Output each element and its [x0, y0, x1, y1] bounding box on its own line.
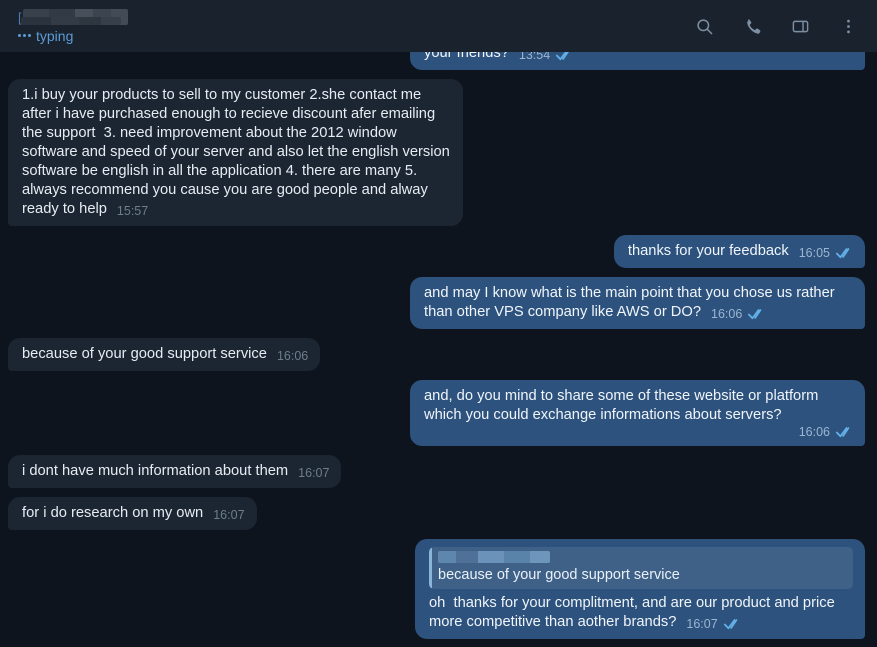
- messages-container: your friends? 13:54 1.i buy your products …: [0, 52, 877, 643]
- incoming-message-bubble[interactable]: because of your good support service 16:0…: [8, 338, 321, 371]
- outgoing-message-bubble[interactable]: and may I know what is the main point th…: [410, 277, 865, 329]
- message-row: 1.i buy your products to sell to my cust…: [0, 79, 877, 226]
- message-list[interactable]: your friends? 13:54 1.i buy your products …: [0, 52, 877, 647]
- message-body: 1.i buy your products to sell to my cust…: [22, 86, 451, 219]
- message-body: for i do research on my own 16:07: [22, 504, 245, 523]
- outgoing-message-bubble[interactable]: because of your good support service oh t…: [415, 539, 865, 639]
- reply-quote[interactable]: because of your good support service: [429, 547, 853, 589]
- search-icon[interactable]: [693, 15, 715, 37]
- reply-quote-sender-redacted: [438, 551, 550, 563]
- message-row: thanks for your feedback 16:05: [0, 235, 877, 268]
- message-text: and may I know what is the main point th…: [424, 285, 839, 320]
- message-meta: 16:05: [799, 246, 853, 260]
- message-text: 1.i buy your products to sell to my cust…: [22, 87, 454, 217]
- message-row: because of your good support service 16:0…: [0, 338, 877, 371]
- message-text: your friends?: [424, 52, 509, 61]
- message-body: thanks for your feedback 16:05: [628, 242, 853, 261]
- chat-header: [ typing: [0, 0, 877, 52]
- chat-application: [ typing your friends? 13:54 1.i buy you…: [0, 0, 877, 647]
- message-meta: 16:06: [277, 349, 308, 363]
- contact-name: [: [18, 9, 128, 26]
- message-text: thanks for your feedback: [627, 243, 789, 259]
- message-text: i dont have much information about them: [22, 463, 289, 479]
- outgoing-message-bubble[interactable]: and, do you mind to share some of these …: [410, 380, 865, 446]
- message-meta: 16:07: [213, 508, 244, 522]
- double-check-read-icon: [748, 308, 765, 320]
- message-body: and, do you mind to share some of these …: [424, 387, 853, 425]
- contact-name-redacted: [20, 9, 128, 25]
- message-timestamp: 16:06: [711, 307, 743, 321]
- message-body: oh thanks for your complitment, and are …: [429, 594, 853, 632]
- double-check-read-icon: [723, 618, 741, 630]
- outgoing-message-bubble[interactable]: thanks for your feedback 16:05: [613, 235, 865, 268]
- typing-indicator: typing: [18, 28, 128, 44]
- typing-status-label: typing: [36, 27, 74, 44]
- message-timestamp: 13:54: [518, 52, 551, 62]
- message-meta: 16:06: [711, 307, 765, 321]
- reply-quote-text: because of your good support service: [438, 567, 680, 583]
- message-meta: 15:57: [117, 204, 148, 218]
- typing-dots-icon: [18, 34, 31, 37]
- sidebar-toggle-icon[interactable]: [789, 15, 811, 37]
- incoming-message-bubble[interactable]: for i do research on my own 16:07: [8, 497, 257, 530]
- incoming-message-bubble[interactable]: 1.i buy your products to sell to my cust…: [8, 79, 463, 226]
- message-row: your friends? 13:54: [0, 52, 877, 70]
- message-timestamp: 16:07: [686, 617, 718, 631]
- message-meta: 16:07: [298, 466, 329, 480]
- message-body: your friends? 13:54: [424, 52, 853, 63]
- message-row: and may I know what is the main point th…: [0, 277, 877, 329]
- message-row: because of your good support service oh t…: [0, 539, 877, 639]
- message-body: i dont have much information about them 1…: [22, 462, 329, 481]
- message-body: because of your good support service 16:0…: [22, 345, 308, 364]
- chat-header-actions: [693, 15, 863, 37]
- message-row: and, do you mind to share some of these …: [0, 380, 877, 446]
- outgoing-message-bubble[interactable]: your friends? 13:54: [410, 52, 865, 70]
- message-timestamp: 16:06: [798, 425, 830, 439]
- phone-icon[interactable]: [741, 15, 763, 37]
- message-text: for i do research on my own: [22, 505, 204, 521]
- more-vertical-icon[interactable]: [837, 15, 859, 37]
- message-timestamp: 15:57: [116, 204, 149, 218]
- message-text: because of your good support service: [22, 346, 267, 362]
- message-timestamp: 16:05: [798, 246, 830, 260]
- message-meta: 16:06: [424, 425, 853, 439]
- double-check-read-icon: [836, 247, 853, 259]
- double-check-read-icon: [556, 52, 573, 61]
- message-timestamp: 16:07: [298, 466, 330, 480]
- message-meta: 16:07: [686, 617, 740, 631]
- double-check-read-icon: [836, 426, 853, 438]
- message-row: i dont have much information about them 1…: [0, 455, 877, 488]
- message-text: oh thanks for your complitment, and are …: [429, 595, 839, 630]
- message-row: for i do research on my own 16:07: [0, 497, 877, 530]
- chat-header-contact-info[interactable]: [ typing: [14, 9, 128, 44]
- message-text: and, do you mind to share some of these …: [424, 388, 823, 423]
- message-timestamp: 16:06: [276, 349, 309, 363]
- message-body: and may I know what is the main point th…: [424, 284, 853, 322]
- message-meta: 13:54: [519, 52, 573, 62]
- incoming-message-bubble[interactable]: i dont have much information about them 1…: [8, 455, 342, 488]
- message-timestamp: 16:07: [213, 508, 245, 522]
